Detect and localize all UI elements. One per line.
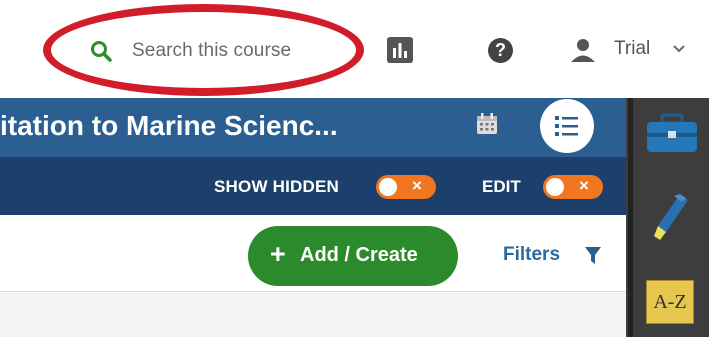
add-create-button[interactable]: + Add / Create — [248, 226, 458, 286]
calendar-icon[interactable] — [475, 112, 499, 136]
rail-divider — [628, 98, 633, 337]
list-icon — [555, 116, 578, 136]
show-hidden-label: SHOW HIDDEN — [214, 177, 339, 196]
toggle-knob — [546, 178, 564, 196]
highlight-ellipse — [43, 4, 364, 96]
add-create-label: Add / Create — [300, 244, 418, 266]
content-area — [0, 293, 626, 337]
help-icon[interactable]: ? — [488, 38, 513, 63]
filters-button[interactable]: Filters — [503, 244, 560, 266]
toggle-off-icon: × — [579, 176, 589, 195]
filter-icon[interactable] — [585, 247, 601, 265]
user-icon[interactable] — [568, 35, 598, 65]
plus-icon: + — [270, 239, 286, 269]
toggle-knob — [379, 178, 397, 196]
glossary-az-icon[interactable]: A-Z — [646, 280, 694, 324]
edit-label: EDIT — [482, 177, 521, 196]
toggle-off-icon: × — [412, 176, 422, 195]
edit-toggle[interactable]: × — [543, 175, 603, 199]
highlighter-icon[interactable] — [652, 192, 692, 242]
course-title[interactable]: itation to Marine Scienc... — [0, 110, 338, 142]
chevron-down-icon[interactable] — [672, 40, 686, 58]
top-bar: Search this course ? Trial — [0, 0, 709, 98]
course-outline-button[interactable] — [540, 99, 594, 153]
briefcase-icon[interactable] — [646, 113, 698, 153]
user-menu-name[interactable]: Trial — [614, 38, 650, 60]
show-hidden-toggle[interactable]: × — [376, 175, 436, 199]
analytics-icon[interactable] — [387, 37, 413, 63]
